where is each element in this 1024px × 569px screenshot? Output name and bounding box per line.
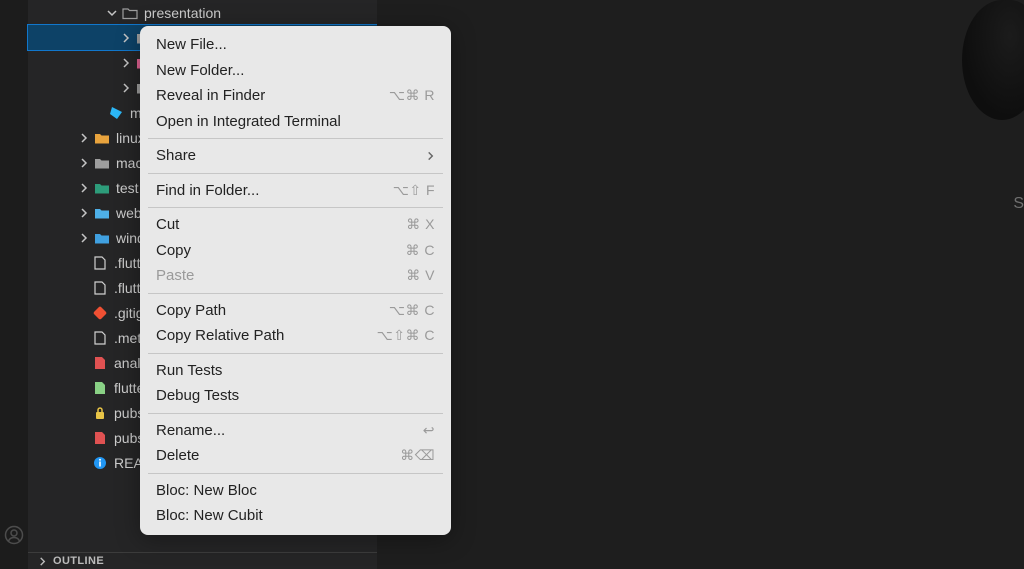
folder-label: test [116, 180, 139, 196]
chevron-right-icon [78, 232, 90, 244]
folder-label: presentation [144, 5, 221, 21]
chevron-right-icon [78, 207, 90, 219]
menu-shortcut: ⌥⇧⌘ C [377, 327, 435, 344]
yaml-file-icon [92, 430, 108, 446]
context-menu: New File... New Folder... Reveal in Find… [140, 26, 451, 535]
menu-label: Rename... [156, 422, 225, 439]
folder-open-icon [122, 5, 138, 21]
text-file-icon [92, 330, 108, 346]
lock-icon [92, 405, 108, 421]
chevron-right-icon [78, 132, 90, 144]
yaml-file-icon [92, 380, 108, 396]
menu-bloc-new-bloc[interactable]: Bloc: New Bloc [140, 478, 451, 504]
menu-label: Debug Tests [156, 387, 239, 404]
menu-open-terminal[interactable]: Open in Integrated Terminal [140, 109, 451, 135]
chevron-right-icon [78, 182, 90, 194]
menu-label: Reveal in Finder [156, 87, 265, 104]
dart-file-icon [108, 105, 124, 121]
menu-separator [148, 138, 443, 139]
menu-shortcut: ⌘ C [406, 242, 436, 259]
git-icon [92, 305, 108, 321]
text-file-icon [92, 255, 108, 271]
menu-shortcut: ⌘⌫ [400, 447, 435, 464]
menu-separator [148, 353, 443, 354]
folder-icon [94, 130, 110, 146]
folder-presentation[interactable]: presentation [28, 0, 377, 25]
menu-label: Bloc: New Bloc [156, 482, 257, 499]
menu-delete[interactable]: Delete ⌘⌫ [140, 443, 451, 469]
menu-shortcut: ⌥⌘ R [389, 87, 435, 104]
outline-label: OUTLINE [53, 555, 104, 567]
folder-label: web [116, 205, 142, 221]
menu-copy[interactable]: Copy ⌘ C [140, 238, 451, 264]
menu-new-file[interactable]: New File... [140, 32, 451, 58]
menu-label: Copy [156, 242, 191, 259]
menu-bloc-new-cubit[interactable]: Bloc: New Cubit [140, 503, 451, 529]
menu-copy-relative-path[interactable]: Copy Relative Path ⌥⇧⌘ C [140, 323, 451, 349]
menu-rename[interactable]: Rename... ↩ [140, 418, 451, 444]
menu-label: Open in Integrated Terminal [156, 113, 341, 130]
menu-label: Cut [156, 216, 179, 233]
chevron-right-icon [120, 32, 132, 44]
menu-new-folder[interactable]: New Folder... [140, 58, 451, 84]
menu-share[interactable]: Share [140, 143, 451, 169]
menu-shortcut: ↩ [423, 422, 435, 439]
chevron-right-icon [426, 150, 435, 162]
editor-area: S [377, 0, 1024, 569]
folder-icon [94, 180, 110, 196]
info-icon [92, 455, 108, 471]
menu-label: Share [156, 147, 196, 164]
menu-label: Bloc: New Cubit [156, 507, 263, 524]
menu-find-in-folder[interactable]: Find in Folder... ⌥⇧ F [140, 178, 451, 204]
accounts-icon[interactable] [4, 525, 24, 545]
decorative-blob [962, 0, 1024, 120]
menu-debug-tests[interactable]: Debug Tests [140, 383, 451, 409]
menu-label: New Folder... [156, 62, 244, 79]
menu-paste: Paste ⌘ V [140, 263, 451, 289]
menu-copy-path[interactable]: Copy Path ⌥⌘ C [140, 298, 451, 324]
menu-run-tests[interactable]: Run Tests [140, 358, 451, 384]
menu-label: Find in Folder... [156, 182, 259, 199]
menu-label: Copy Relative Path [156, 327, 284, 344]
folder-icon [94, 230, 110, 246]
menu-separator [148, 473, 443, 474]
menu-label: Delete [156, 447, 199, 464]
outline-section[interactable]: OUTLINE [28, 552, 377, 569]
chevron-right-icon [38, 557, 47, 566]
menu-label: New File... [156, 36, 227, 53]
chevron-right-icon [120, 82, 132, 94]
yaml-file-icon [92, 355, 108, 371]
menu-label: Paste [156, 267, 194, 284]
menu-reveal-finder[interactable]: Reveal in Finder ⌥⌘ R [140, 83, 451, 109]
menu-shortcut: ⌥⌘ C [389, 302, 435, 319]
text-file-icon [92, 280, 108, 296]
menu-separator [148, 173, 443, 174]
chevron-right-icon [120, 57, 132, 69]
folder-icon [94, 155, 110, 171]
activity-bar [0, 0, 28, 569]
menu-shortcut: ⌘ X [406, 216, 435, 233]
folder-icon [94, 205, 110, 221]
menu-label: Run Tests [156, 362, 222, 379]
menu-cut[interactable]: Cut ⌘ X [140, 212, 451, 238]
decorative-letter: S [1013, 195, 1024, 213]
menu-shortcut: ⌥⇧ F [393, 182, 435, 199]
menu-separator [148, 413, 443, 414]
chevron-down-icon [106, 7, 118, 19]
menu-separator [148, 207, 443, 208]
chevron-right-icon [78, 157, 90, 169]
menu-shortcut: ⌘ V [406, 267, 435, 284]
menu-separator [148, 293, 443, 294]
menu-label: Copy Path [156, 302, 226, 319]
